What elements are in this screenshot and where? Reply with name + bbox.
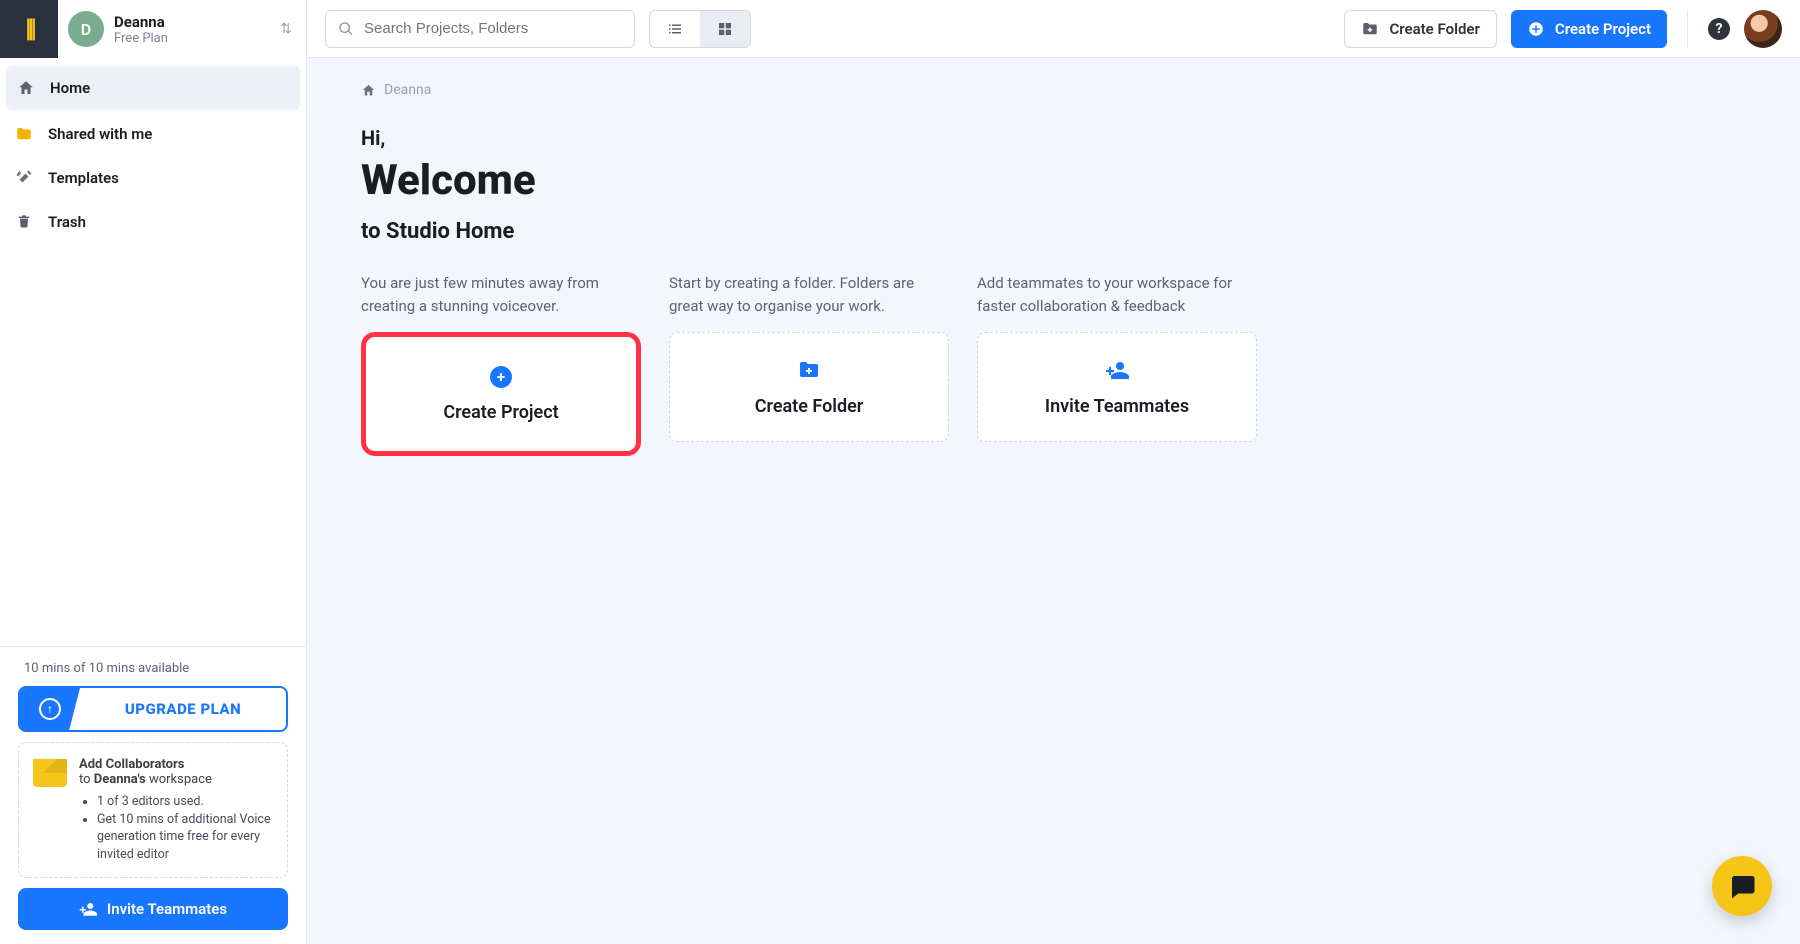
card-description: Add teammates to your workspace for fast… — [977, 272, 1257, 318]
card-description: You are just few minutes away from creat… — [361, 272, 641, 318]
sidebar-item-label: Templates — [48, 169, 119, 187]
usage-minutes-label: 10 mins of 10 mins available — [12, 661, 294, 676]
sidebar-item-label: Trash — [48, 213, 86, 231]
card-description: Start by creating a folder. Folders are … — [669, 272, 949, 318]
sidebar-bottom-panel: 10 mins of 10 mins available ↑ UPGRADE P… — [0, 647, 306, 944]
invite-teammates-card[interactable]: Invite Teammates — [977, 332, 1257, 442]
avatar-initial: D — [68, 11, 104, 47]
content-area: Deanna Hi, Welcome to Studio Home You ar… — [307, 58, 1800, 944]
sidebar-header: ||| D Deanna Free Plan ⇅ — [0, 0, 306, 58]
list-view-button[interactable] — [650, 11, 700, 47]
invite-teammates-button[interactable]: Invite Teammates — [18, 888, 288, 930]
create-project-button[interactable]: Create Project — [1511, 10, 1667, 48]
card-label: Create Folder — [755, 396, 864, 417]
create-folder-card[interactable]: Create Folder — [669, 332, 949, 442]
invite-teammates-label: Invite Teammates — [107, 900, 227, 918]
shared-folder-icon — [14, 124, 34, 144]
account-switcher[interactable]: D Deanna Free Plan ⇅ — [58, 11, 306, 47]
collab-bullet: 1 of 3 editors used. — [97, 793, 273, 811]
sidebar: ||| D Deanna Free Plan ⇅ Home — [0, 0, 307, 944]
grid-view-button[interactable] — [700, 11, 750, 47]
search-input[interactable] — [364, 20, 622, 37]
app-logo[interactable]: ||| — [0, 0, 58, 58]
account-name: Deanna — [114, 13, 168, 31]
search-icon — [338, 21, 354, 37]
create-folder-label: Create Folder — [1389, 20, 1479, 38]
upgrade-arrow-icon: ↑ — [39, 698, 61, 720]
create-project-label: Create Project — [1555, 20, 1651, 38]
sidebar-item-templates[interactable]: Templates — [0, 156, 306, 200]
sidebar-item-shared[interactable]: Shared with me — [0, 112, 306, 156]
folder-add-icon — [797, 358, 821, 382]
person-add-icon — [1105, 358, 1129, 382]
create-project-card[interactable]: + Create Project — [361, 332, 641, 456]
create-folder-button[interactable]: Create Folder — [1344, 10, 1496, 48]
account-plan: Free Plan — [114, 31, 168, 46]
view-switch — [649, 10, 751, 48]
breadcrumb-home: Deanna — [384, 82, 431, 98]
collab-heading: Add Collaborators — [79, 757, 273, 772]
person-add-icon — [79, 900, 97, 918]
templates-icon — [14, 168, 34, 188]
chevron-updown-icon: ⇅ — [280, 21, 292, 37]
plus-circle-icon — [1527, 20, 1545, 38]
upgrade-plan-label: UPGRADE PLAN — [80, 700, 286, 718]
greeting-text: Hi, — [361, 126, 1746, 150]
topbar: Create Folder Create Project ? — [307, 0, 1800, 58]
profile-avatar[interactable] — [1744, 10, 1782, 48]
plus-circle-icon: + — [490, 366, 512, 388]
breadcrumb[interactable]: Deanna — [361, 82, 1746, 98]
chat-fab[interactable] — [1712, 856, 1772, 916]
home-icon — [361, 83, 376, 98]
chat-icon — [1727, 871, 1757, 901]
envelope-icon — [33, 759, 67, 787]
sidebar-nav: Home Shared with me Templates Trash — [0, 64, 306, 244]
help-button[interactable]: ? — [1708, 18, 1730, 40]
search-input-wrapper[interactable] — [325, 10, 635, 48]
welcome-cards: You are just few minutes away from creat… — [361, 272, 1746, 456]
upgrade-plan-button[interactable]: ↑ UPGRADE PLAN — [18, 686, 288, 732]
card-label: Invite Teammates — [1045, 396, 1189, 417]
sidebar-item-label: Home — [50, 79, 90, 97]
sidebar-item-label: Shared with me — [48, 125, 152, 143]
collab-promo-card: Add Collaborators to Deanna's workspace … — [18, 742, 288, 878]
sidebar-item-trash[interactable]: Trash — [0, 200, 306, 244]
card-label: Create Project — [443, 402, 558, 423]
collab-bullet: Get 10 mins of additional Voice generati… — [97, 811, 273, 864]
trash-icon — [14, 212, 34, 232]
home-icon — [16, 78, 36, 98]
collab-subheading: to Deanna's workspace — [79, 772, 273, 787]
page-subtitle: to Studio Home — [361, 219, 1746, 244]
folder-add-icon — [1361, 20, 1379, 38]
sidebar-item-home[interactable]: Home — [6, 66, 300, 110]
page-title: Welcome — [361, 156, 1746, 205]
